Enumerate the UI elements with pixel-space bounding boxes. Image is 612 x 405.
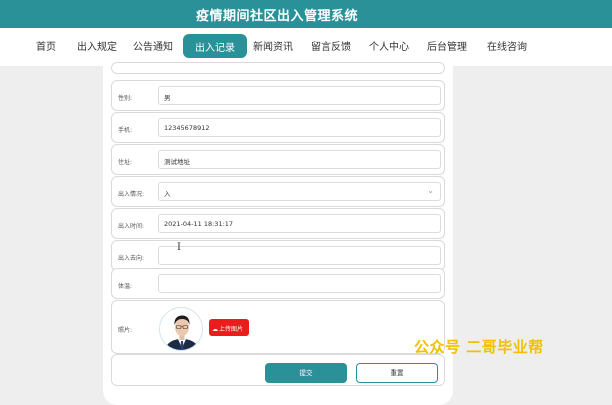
form-row-actions: 提交 重置 — [111, 354, 445, 386]
form-row-phone: 手机: 12345678912 — [111, 112, 445, 143]
text-cursor-icon: I — [177, 242, 181, 253]
system-title: 疫情期间社区出入管理系统 — [196, 9, 359, 24]
address-field[interactable]: 测试地址 — [158, 150, 441, 169]
nav-rules[interactable]: 出入规定 — [77, 38, 117, 53]
temperature-label: 体温: — [118, 283, 133, 290]
form-row-partial — [111, 62, 445, 74]
time-label: 出入时间: — [118, 223, 145, 230]
address-label: 住址: — [118, 159, 133, 166]
phone-field[interactable]: 12345678912 — [158, 118, 441, 137]
nav-news[interactable]: 新闻资讯 — [253, 38, 293, 53]
photo-label: 照片: — [118, 327, 133, 334]
destination-label: 出入去向: — [118, 255, 145, 262]
nav-feedback[interactable]: 留言反馈 — [311, 38, 351, 53]
upload-photo-label: 上传图片 — [219, 326, 244, 333]
watermark: 公众号 二哥毕业帮 — [414, 338, 544, 356]
destination-field[interactable] — [158, 246, 441, 265]
direction-label: 出入情况: — [118, 191, 145, 198]
phone-label: 手机: — [118, 127, 133, 134]
form-row-direction: 出入情况: 入 ⌄ — [111, 176, 445, 207]
nav-user-center[interactable]: 个人中心 — [369, 38, 409, 53]
form-row-temperature: 体温: — [111, 268, 445, 299]
direction-value: 入 — [164, 190, 171, 198]
form-row-time: 出入时间: 2021-04-11 18:31:17 — [111, 208, 445, 239]
cloud-upload-icon: ☁ — [212, 326, 218, 333]
nav-notice[interactable]: 公告通知 — [133, 38, 173, 53]
nav-home[interactable]: 首页 — [36, 38, 56, 53]
form-row-destination: 出入去向: — [111, 240, 445, 271]
top-header-bar: 疫情期间社区出入管理系统 — [0, 0, 612, 28]
form-row-photo: 照片: ☁上传图片 — [111, 300, 445, 354]
form-row-address: 住址: 测试地址 — [111, 144, 445, 175]
avatar-image — [160, 308, 202, 350]
nav-records[interactable]: 出入记录 — [183, 34, 247, 58]
upload-photo-button[interactable]: ☁上传图片 — [209, 319, 249, 336]
form-row-gender: 性别: 男 — [111, 80, 445, 111]
avatar — [159, 307, 203, 351]
record-form-panel: 性别: 男 手机: 12345678912 住址: 测试地址 出入情况: 入 ⌄… — [103, 62, 453, 405]
nav-admin[interactable]: 后台管理 — [427, 38, 467, 53]
time-field[interactable]: 2021-04-11 18:31:17 — [158, 214, 441, 233]
main-nav: 首页 出入规定 公告通知 出入记录 新闻资讯 留言反馈 个人中心 后台管理 在线… — [0, 28, 612, 66]
temperature-field[interactable] — [158, 274, 441, 293]
submit-button[interactable]: 提交 — [265, 363, 347, 383]
reset-button[interactable]: 重置 — [356, 363, 438, 383]
chevron-down-icon: ⌄ — [427, 186, 434, 195]
nav-consult[interactable]: 在线咨询 — [487, 38, 527, 53]
direction-select[interactable]: 入 ⌄ — [158, 182, 441, 201]
gender-label: 性别: — [118, 95, 133, 102]
gender-field[interactable]: 男 — [158, 86, 441, 105]
